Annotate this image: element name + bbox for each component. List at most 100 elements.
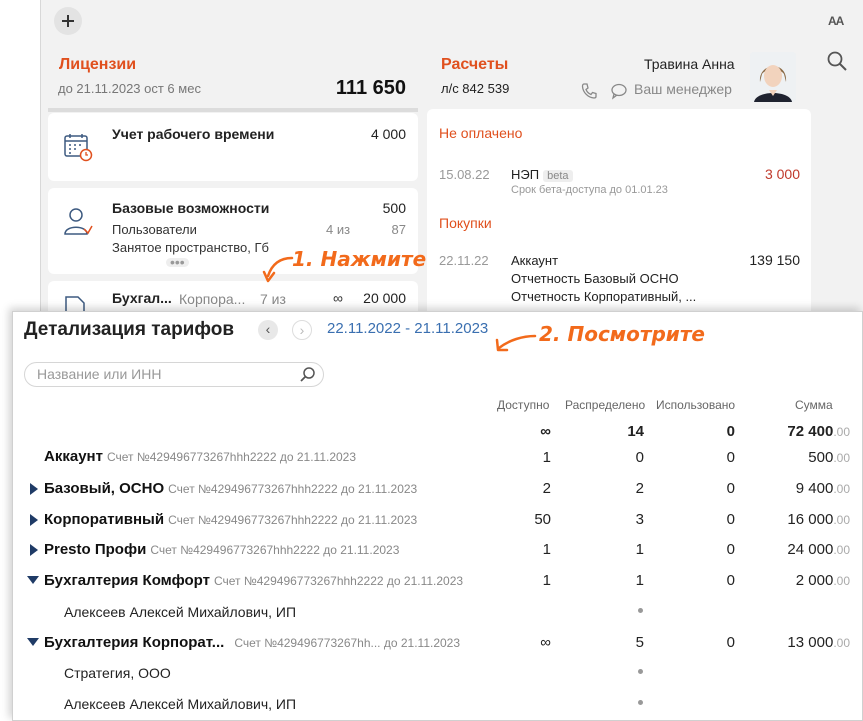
manager-name: Травина Анна [644,56,735,72]
distributed-dot-icon [638,608,643,613]
total-sum-cents: .00 [833,425,850,439]
account-number: л/с 842 539 [441,81,510,96]
total-distributed: 14 [627,423,644,440]
row-sum: 500.00 [808,449,850,466]
payments-title[interactable]: Расчеты [441,56,508,74]
row-sum: 2 000.00 [796,572,850,589]
payments-card: Не оплачено 15.08.22 НЭП beta Срок бета-д… [427,109,811,330]
card-amount: 500 [382,200,406,216]
tariff-invoice: Счет №429496773267hhh2222 до 21.11.2023 [106,450,357,464]
tariff-invoice: Счет №429496773267hhh2222 до 21.11.2023 [213,574,464,588]
purchase-date: 22.11.22 [439,253,489,268]
collapse-triangle-icon[interactable] [27,576,39,584]
manager-photo [750,52,796,102]
manager-link[interactable]: Ваш менеджер [634,81,732,97]
tariff-row-accounting-comfort[interactable]: Бухгалтерия Комфорт Счет №429496773267hhh… [44,572,463,589]
licenses-subtitle: до 21.11.2023 ост 6 мес [58,81,201,96]
unpaid-note: Срок бета-доступа до 01.01.23 [511,184,668,196]
row-available: 50 [534,511,551,528]
card-title: Учет рабочего времени [112,126,275,142]
distributed-dot-icon [638,700,643,705]
users-label: Пользователи [112,222,197,237]
row-sum-cents: .00 [833,543,850,557]
row-distributed: 5 [635,634,644,651]
collapse-triangle-icon[interactable] [27,638,39,646]
chat-icon[interactable] [610,82,628,100]
expand-triangle-icon[interactable] [30,514,38,526]
search-icon[interactable] [299,366,317,384]
annotation-step-2: 2. Посмотрите [539,322,705,346]
row-distributed: 0 [635,449,644,466]
column-sum: Сумма [795,398,833,412]
search-icon[interactable] [826,50,848,72]
row-sum-value: 24 000 [787,541,834,558]
row-sum-cents: .00 [833,451,850,465]
tariff-row-basic[interactable]: Базовый, ОСНО Счет №429496773267hhh2222 д… [44,480,417,497]
total-sum-value: 72 400 [787,423,834,440]
phone-icon[interactable] [580,82,598,100]
expand-triangle-icon[interactable] [30,544,38,556]
detail-search-input[interactable]: Название или ИНН [24,362,324,387]
card-title: Базовые возможности [112,200,270,216]
row-sum-cents: .00 [833,574,850,588]
row-used: 0 [726,449,735,466]
row-available: 1 [542,449,551,466]
purchases-title: Покупки [439,215,492,231]
license-card-time-tracking[interactable]: Учет рабочего времени 4 000 [48,113,418,181]
tariff-row-accounting-corporate[interactable]: Бухгалтерия Корпорат... Счет №42949677326… [44,634,460,651]
licenses-title[interactable]: Лицензии [59,56,136,74]
beta-badge: beta [543,170,573,182]
column-used: Использовано [656,398,736,412]
tariff-row-presto[interactable]: Presto Профи Счет №429496773267hhh2222 до… [44,541,399,558]
storage-label: Занятое пространство, Гб [112,240,269,255]
tariff-name: Бухгалтерия Комфорт [44,572,210,589]
font-size-button[interactable]: AA [828,14,844,28]
tariff-name: Аккаунт [44,448,103,465]
row-sum-value: 13 000 [787,634,834,651]
unpaid-item[interactable]: НЭП beta [511,167,573,182]
purchase-line: Отчетность Корпоративный, ... [511,289,697,304]
unpaid-title: Не оплачено [439,125,523,141]
purchase-amount: 139 150 [749,252,800,268]
tariff-row-account[interactable]: Аккаунт Счет №429496773267hhh2222 до 21.1… [44,448,356,465]
row-sum: 13 000.00 [787,634,850,651]
period-range[interactable]: 22.11.2022 - 21.11.2023 [327,320,488,337]
row-used: 0 [726,541,735,558]
more-dots[interactable]: ••• [166,255,189,269]
tariff-name: Presto Профи [44,541,147,558]
tariff-name: Базовый, ОСНО [44,480,165,497]
tariff-invoice: Счет №429496773267hhh2222 до 21.11.2023 [168,513,418,527]
row-sum-value: 16 000 [787,511,834,528]
row-sum: 24 000.00 [787,541,850,558]
tariff-invoice: Счет №429496773267hhh2222 до 21.11.2023 [168,482,418,496]
row-distributed: 1 [635,541,644,558]
tariff-row-corporate[interactable]: Корпоративный Счет №429496773267hhh2222 д… [44,511,417,528]
period-prev-button[interactable]: ‹ [258,320,278,340]
row-used: 0 [726,480,735,497]
annotation-step-1: 1. Нажмите [292,247,427,271]
tariff-name: Корпоративный [44,511,165,528]
user-icon [64,208,93,235]
sub-row-org[interactable]: Алексеев Алексей Михайлович, ИП [64,696,296,712]
manager-avatar[interactable] [750,52,796,102]
unpaid-amount: 3 000 [764,166,800,182]
expand-triangle-icon[interactable] [30,483,38,495]
row-sum-cents: .00 [833,482,850,496]
row-used: 0 [726,511,735,528]
plus-icon [62,15,74,27]
tariff-name: Бухгалтерия Корпорат... [44,634,225,651]
sub-row-org[interactable]: Стратегия, ООО [64,665,171,681]
add-button[interactable] [54,7,82,35]
period-next-button[interactable]: › [292,320,312,340]
row-sum: 16 000.00 [787,511,850,528]
detail-title: Детализация тарифов [24,319,235,340]
total-available: ∞ [540,423,551,440]
row-distributed: 1 [635,572,644,589]
row-sum: 9 400.00 [796,480,850,497]
sub-row-org[interactable]: Алексеев Алексей Михайлович, ИП [64,604,296,620]
card-used[interactable]: 7 из [260,291,286,307]
card-amount: 20 000 [363,290,406,306]
total-used: 0 [726,423,735,440]
infinity-value: ∞ [333,290,343,306]
total-sum: 72 400.00 [787,423,850,440]
